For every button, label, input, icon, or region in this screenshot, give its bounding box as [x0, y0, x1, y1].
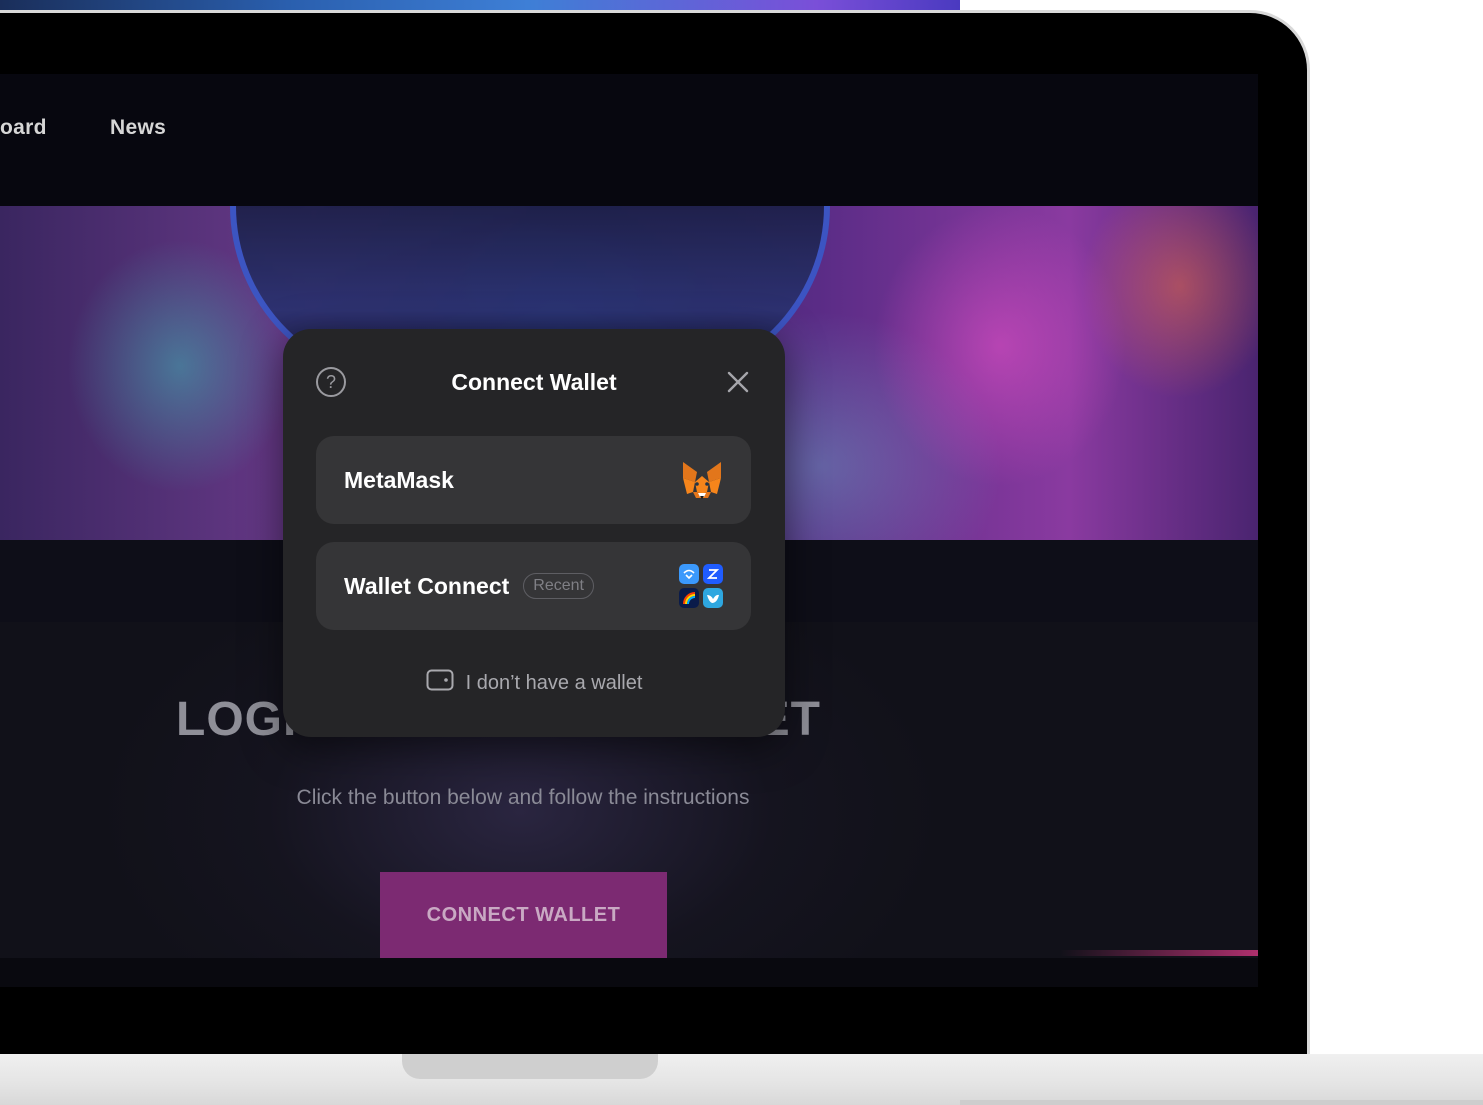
login-title-left: LOGI	[176, 693, 298, 746]
laptop-base-edge	[960, 1100, 1483, 1105]
top-nav: oard News	[0, 74, 1258, 206]
connect-wallet-button[interactable]: CONNECT WALLET	[380, 872, 667, 958]
close-icon[interactable]	[723, 367, 753, 397]
laptop-base	[0, 1054, 1483, 1105]
zerion-icon	[703, 564, 723, 584]
stage: oard News LOGILET Click the button below…	[0, 0, 1483, 1105]
modal-title: Connect Wallet	[451, 369, 617, 395]
nav-item-news[interactable]: News	[110, 116, 166, 140]
login-subtitle: Click the button below and follow the in…	[296, 786, 750, 809]
no-wallet-label: I don’t have a wallet	[465, 671, 643, 694]
laptop-notch	[402, 1054, 658, 1079]
accent-glow-line	[1060, 950, 1258, 956]
connect-wallet-modal: ? Connect Wallet MetaMask Wallet Connect…	[283, 329, 785, 737]
wallet-option-label: Wallet Connect	[344, 572, 510, 599]
background-gradient-strip	[0, 0, 960, 10]
nav-item-leaderboard[interactable]: oard	[0, 116, 47, 140]
wallet-option-label: MetaMask	[344, 466, 454, 493]
close-x-glyph	[727, 371, 749, 393]
screen-footer	[0, 958, 1258, 987]
wallet-option-walletconnect[interactable]: Wallet Connect Recent	[316, 542, 751, 630]
walletconnect-icon	[679, 564, 699, 584]
no-wallet-link[interactable]: I don’t have a wallet	[283, 669, 785, 697]
wallet-option-metamask[interactable]: MetaMask	[316, 436, 751, 524]
recent-badge: Recent	[523, 573, 594, 599]
rainbow-icon	[679, 588, 699, 608]
trust-wallet-icon	[703, 588, 723, 608]
wallet-outline-icon	[426, 669, 454, 697]
wallet-connect-grid-icon	[679, 564, 723, 608]
metamask-fox-icon	[681, 460, 723, 500]
